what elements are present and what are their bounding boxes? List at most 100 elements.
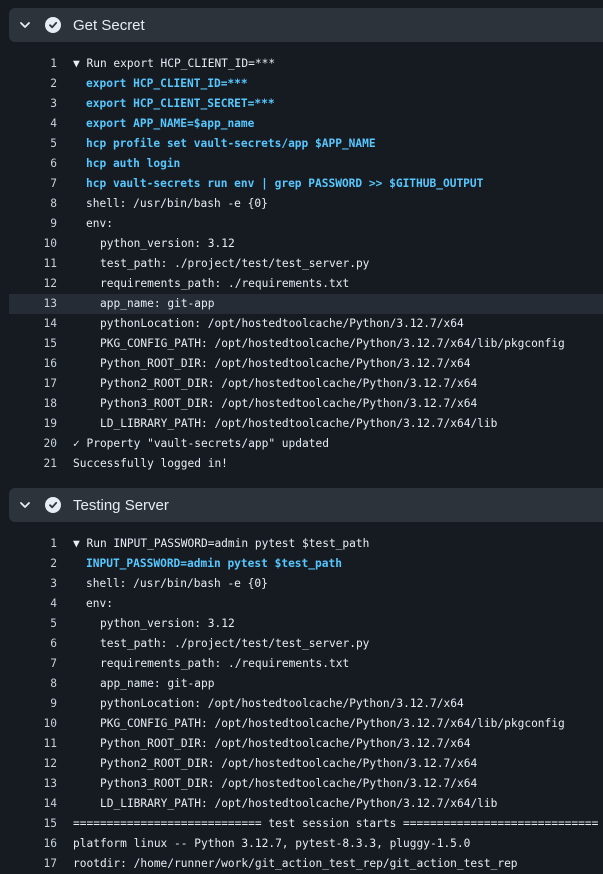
line-number[interactable]: 2 [41,74,57,94]
log-line: 14 LD_LIBRARY_PATH: /opt/hostedtoolcache/… [0,794,603,814]
line-number[interactable]: 7 [41,654,57,674]
line-number[interactable]: 8 [41,674,57,694]
line-number[interactable]: 7 [41,174,57,194]
log-text: Python3_ROOT_DIR: /opt/hostedtoolcache/P… [100,397,478,410]
log-text: pythonLocation: /opt/hostedtoolcache/Pyt… [100,317,464,330]
line-number[interactable]: 10 [41,234,57,254]
log-line: 17 rootdir: /home/runner/work/git_action_… [0,854,603,874]
chevron-down-icon[interactable] [19,499,31,511]
log-text: export APP_NAME=$app_name [86,117,255,130]
line-number[interactable]: 21 [41,454,57,474]
log-text: python_version: 3.12 [100,237,235,250]
log-line: 1 ▼ Run INPUT_PASSWORD=admin pytest $test… [0,534,603,554]
line-number[interactable]: 4 [41,114,57,134]
step-title: Testing Server [73,496,169,514]
log-text: app_name: git-app [100,677,215,690]
chevron-down-icon[interactable] [19,19,31,31]
line-number[interactable]: 10 [41,714,57,734]
log-text: app_name: git-app [100,297,215,310]
log-line: 10 python_version: 3.12 [0,234,603,254]
step-header-testing-server[interactable]: Testing Server [9,488,603,522]
log-text: Python2_ROOT_DIR: /opt/hostedtoolcache/P… [100,377,478,390]
log-line: 12 requirements_path: ./requirements.txt [0,274,603,294]
log-text: rootdir: /home/runner/work/git_action_te… [73,857,518,870]
log-text: Python_ROOT_DIR: /opt/hostedtoolcache/Py… [100,357,471,370]
line-number[interactable]: 3 [41,574,57,594]
log-line: 12 Python2_ROOT_DIR: /opt/hostedtoolcache… [0,754,603,774]
log-text[interactable]: ▼ Run export HCP_CLIENT_ID=*** [73,54,275,74]
line-number[interactable]: 14 [41,794,57,814]
log-text: test_path: ./project/test/test_server.py [100,257,370,270]
log-text: export HCP_CLIENT_SECRET=*** [86,97,275,110]
line-number[interactable]: 6 [41,154,57,174]
line-number[interactable]: 11 [41,254,57,274]
line-number[interactable]: 9 [41,214,57,234]
line-number[interactable]: 20 [41,434,57,454]
log-text: export HCP_CLIENT_ID=*** [86,77,248,90]
line-number[interactable]: 12 [41,274,57,294]
log-line: 2 export HCP_CLIENT_ID=*** [0,74,603,94]
line-number[interactable]: 13 [41,774,57,794]
log-line: 6 test_path: ./project/test/test_server.p… [0,634,603,654]
line-number[interactable]: 18 [41,394,57,414]
line-number[interactable]: 15 [41,814,57,834]
log-line: 7 requirements_path: ./requirements.txt [0,654,603,674]
step-log-get-secret: 1 ▼ Run export HCP_CLIENT_ID=*** 2 export … [0,54,603,474]
line-number[interactable]: 2 [41,554,57,574]
line-number[interactable]: 19 [41,414,57,434]
log-text: hcp vault-secrets run env | grep PASSWOR… [86,177,484,190]
log-line: 18 Python3_ROOT_DIR: /opt/hostedtoolcache… [0,394,603,414]
log-line: 11 Python_ROOT_DIR: /opt/hostedtoolcache/… [0,734,603,754]
log-text: shell: /usr/bin/bash -e {0} [86,577,268,590]
log-line: 3 export HCP_CLIENT_SECRET=*** [0,94,603,114]
line-number[interactable]: 17 [41,374,57,394]
log-line: 7 hcp vault-secrets run env | grep PASSWO… [0,174,603,194]
log-line: 8 app_name: git-app [0,674,603,694]
log-line: 10 PKG_CONFIG_PATH: /opt/hostedtoolcache/… [0,714,603,734]
log-text: env: [86,597,113,610]
log-text: Python2_ROOT_DIR: /opt/hostedtoolcache/P… [100,757,478,770]
log-text: Successfully logged in! [73,457,228,470]
log-text[interactable]: ▼ Run INPUT_PASSWORD=admin pytest $test_… [73,534,369,554]
log-text: hcp profile set vault-secrets/app $APP_N… [86,137,376,150]
line-number[interactable]: 15 [41,334,57,354]
log-text: PKG_CONFIG_PATH: /opt/hostedtoolcache/Py… [100,337,565,350]
step-log-testing-server: 1 ▼ Run INPUT_PASSWORD=admin pytest $test… [0,534,603,874]
log-line: 6 hcp auth login [0,154,603,174]
log-line: 21 Successfully logged in! [0,454,603,474]
log-line: 13 Python3_ROOT_DIR: /opt/hostedtoolcache… [0,774,603,794]
line-number[interactable]: 9 [41,694,57,714]
log-line: 9 env: [0,214,603,234]
line-number[interactable]: 12 [41,754,57,774]
line-number[interactable]: 6 [41,634,57,654]
line-number[interactable]: 14 [41,314,57,334]
log-text: env: [86,217,113,230]
log-line: 15 ============================ test sess… [0,814,603,834]
line-number[interactable]: 5 [41,134,57,154]
log-text: requirements_path: ./requirements.txt [100,657,350,670]
log-text: python_version: 3.12 [100,617,235,630]
log-line: 11 test_path: ./project/test/test_server.… [0,254,603,274]
log-text: LD_LIBRARY_PATH: /opt/hostedtoolcache/Py… [100,417,498,430]
line-number[interactable]: 16 [41,354,57,374]
line-number[interactable]: 3 [41,94,57,114]
log-line: 4 export APP_NAME=$app_name [0,114,603,134]
step-title: Get Secret [73,16,145,34]
log-text: ============================ test sessio… [73,817,599,830]
line-number[interactable]: 8 [41,194,57,214]
log-text: INPUT_PASSWORD=admin pytest $test_path [86,557,342,570]
line-number[interactable]: 13 [41,294,57,314]
log-line: 5 python_version: 3.12 [0,614,603,634]
line-number[interactable]: 11 [41,734,57,754]
line-number[interactable]: 5 [41,614,57,634]
line-number[interactable]: 4 [41,594,57,614]
line-number[interactable]: 17 [41,854,57,874]
line-number[interactable]: 16 [41,834,57,854]
step-header-get-secret[interactable]: Get Secret [9,8,603,42]
log-text: requirements_path: ./requirements.txt [100,277,350,290]
line-number[interactable]: 1 [41,534,57,554]
log-line: 16 Python_ROOT_DIR: /opt/hostedtoolcache/… [0,354,603,374]
log-line: 9 pythonLocation: /opt/hostedtoolcache/Py… [0,694,603,714]
line-number[interactable]: 1 [41,54,57,74]
log-text: hcp auth login [86,157,181,170]
